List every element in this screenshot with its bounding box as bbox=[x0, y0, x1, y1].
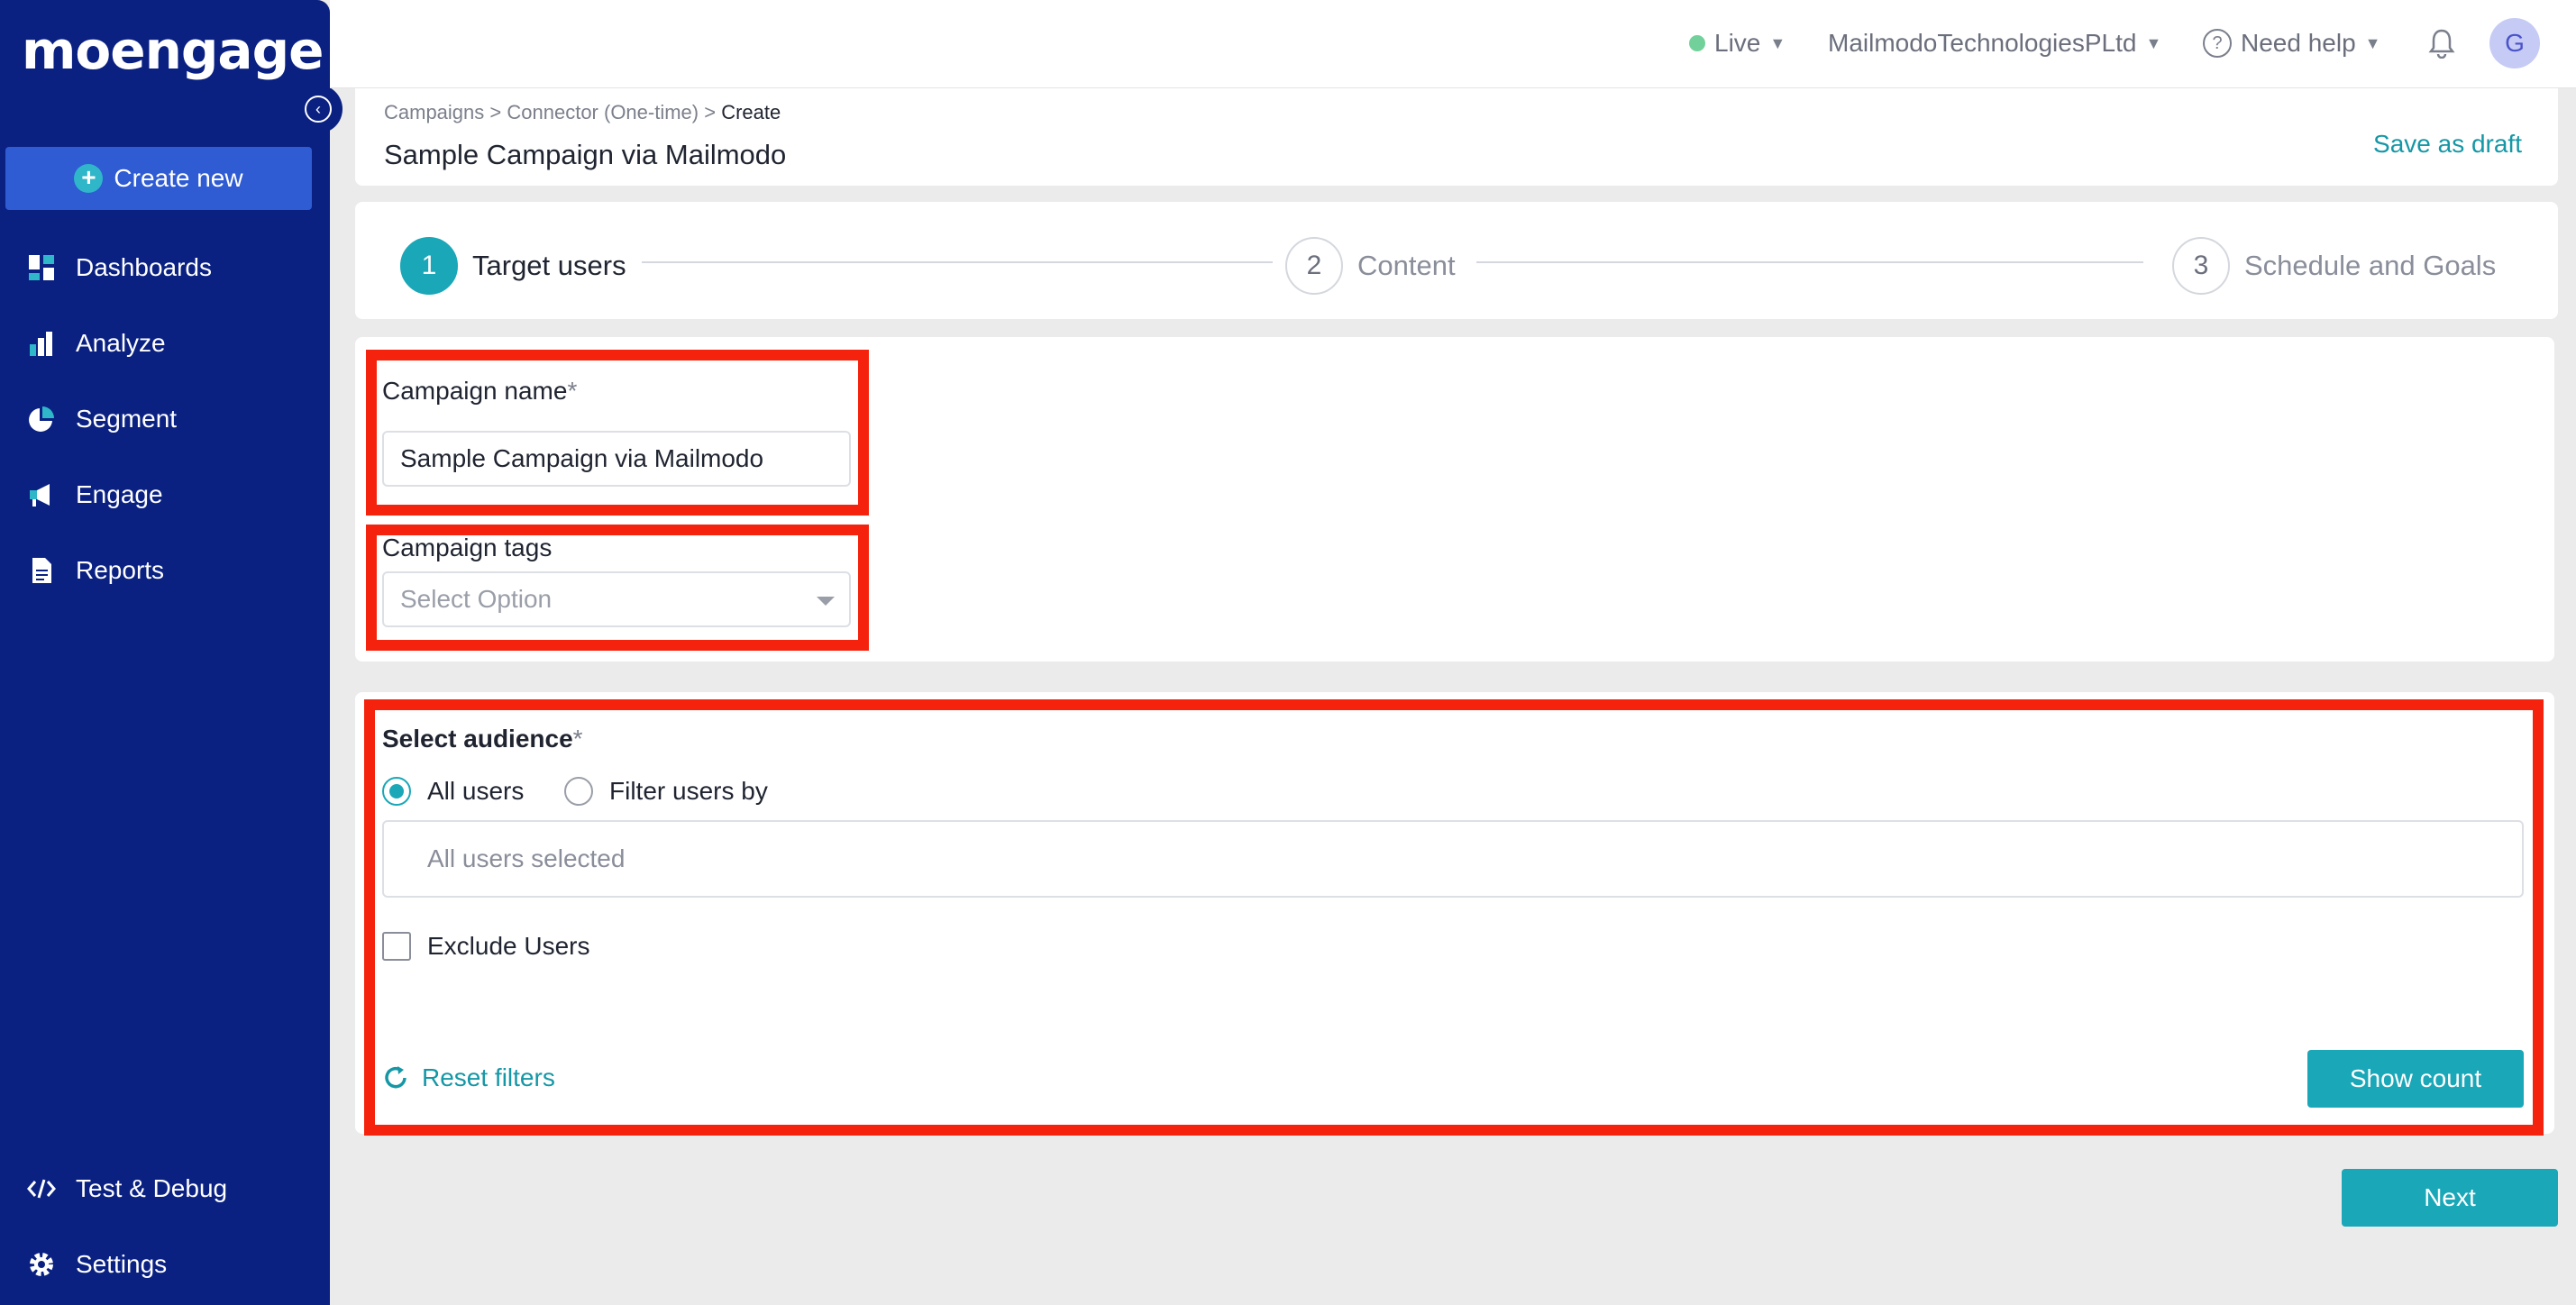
step-number: 3 bbox=[2172, 237, 2230, 295]
radio-label: Filter users by bbox=[609, 777, 768, 805]
campaign-name-input[interactable]: Sample Campaign via Mailmodo bbox=[382, 431, 851, 487]
workspace-label: MailmodoTechnologiesPLtd bbox=[1828, 29, 2137, 57]
exclude-users-checkbox[interactable]: Exclude Users bbox=[382, 932, 590, 961]
collapse-sidebar-button[interactable]: ‹ bbox=[294, 85, 343, 133]
stepper: 1 Target users 2 Content 3 Schedule and … bbox=[355, 202, 2558, 319]
help-label: Need help bbox=[2241, 29, 2356, 57]
sidebar-item-label: Analyze bbox=[76, 329, 166, 357]
workspace-dropdown[interactable]: MailmodoTechnologiesPLtd ▼ bbox=[1828, 25, 2161, 61]
step-label: Target users bbox=[472, 250, 626, 281]
help-dropdown[interactable]: ? Need help ▼ bbox=[2203, 25, 2380, 61]
sidebar-item-label: Segment bbox=[76, 405, 178, 433]
campaign-tags-select[interactable]: Select Option bbox=[382, 571, 851, 627]
create-new-label: Create new bbox=[114, 164, 243, 192]
sidebar-item-reports[interactable]: Reports bbox=[27, 548, 164, 593]
sidebar-item-analyze[interactable]: Analyze bbox=[27, 321, 166, 366]
bar-chart-icon bbox=[27, 329, 56, 358]
sidebar-item-engage[interactable]: Engage bbox=[27, 472, 163, 517]
refresh-icon bbox=[385, 1066, 406, 1089]
radio-button[interactable] bbox=[382, 777, 411, 806]
sidebar-item-label: Test & Debug bbox=[76, 1174, 228, 1202]
environment-dropdown[interactable]: Live ▼ bbox=[1689, 25, 1786, 61]
live-status-dot bbox=[1689, 35, 1705, 51]
sidebar-item-label: Settings bbox=[76, 1250, 168, 1278]
campaign-tags-label: Campaign tags bbox=[382, 534, 553, 561]
chevron-down-icon: ▼ bbox=[2364, 33, 2381, 52]
notifications-button[interactable] bbox=[2428, 25, 2455, 61]
document-icon bbox=[27, 556, 56, 585]
campaign-name-label: Campaign name* bbox=[382, 377, 578, 405]
breadcrumb-create: Create bbox=[721, 101, 781, 123]
page-title: Sample Campaign via Mailmodo bbox=[384, 139, 787, 170]
radio-filter-users[interactable]: Filter users by bbox=[564, 777, 768, 806]
step-label: Content bbox=[1357, 250, 1456, 281]
save-as-draft-button[interactable]: Save as draft bbox=[2373, 130, 2522, 159]
breadcrumb: Campaigns > Connector (One-time) > Creat… bbox=[384, 101, 781, 123]
sidebar-item-segment[interactable]: Segment bbox=[27, 397, 177, 442]
sidebar-item-settings[interactable]: Settings bbox=[27, 1242, 167, 1287]
checkbox[interactable] bbox=[382, 932, 411, 961]
exclude-users-label: Exclude Users bbox=[427, 932, 590, 960]
breadcrumb-campaigns[interactable]: Campaigns bbox=[384, 101, 484, 123]
sidebar-item-dashboards[interactable]: Dashboards bbox=[27, 245, 212, 290]
next-button[interactable]: Next bbox=[2342, 1169, 2558, 1227]
step-connector bbox=[642, 261, 1273, 263]
chevron-down-icon: ▼ bbox=[2145, 33, 2162, 52]
caret-down-icon bbox=[817, 597, 835, 606]
radio-all-users[interactable]: All users bbox=[382, 777, 524, 806]
reset-filters-button[interactable]: Reset filters bbox=[382, 1063, 555, 1092]
campaign-tags-placeholder: Select Option bbox=[400, 585, 553, 613]
radio-button[interactable] bbox=[564, 777, 593, 806]
environment-label: Live bbox=[1714, 29, 1761, 57]
page-header: Campaigns > Connector (One-time) > Creat… bbox=[355, 88, 2558, 186]
step-schedule-goals[interactable]: 3 Schedule and Goals bbox=[2172, 237, 2496, 295]
pie-chart-icon bbox=[27, 405, 56, 433]
chevron-left-icon: ‹ bbox=[305, 96, 332, 123]
audience-summary-box: All users selected bbox=[382, 820, 2524, 898]
select-audience-label: Select audience* bbox=[382, 725, 583, 753]
megaphone-icon bbox=[27, 480, 56, 509]
step-connector bbox=[1476, 261, 2143, 263]
step-label: Schedule and Goals bbox=[2244, 250, 2497, 281]
help-icon: ? bbox=[2203, 29, 2232, 58]
step-number: 2 bbox=[1285, 237, 1343, 295]
sidebar-item-label: Dashboards bbox=[76, 253, 212, 281]
avatar[interactable]: G bbox=[2489, 18, 2540, 68]
radio-label: All users bbox=[427, 777, 525, 805]
create-new-button[interactable]: + Create new bbox=[5, 147, 312, 210]
step-target-users[interactable]: 1 Target users bbox=[400, 237, 626, 295]
sidebar-item-test-debug[interactable]: Test & Debug bbox=[27, 1166, 227, 1211]
gear-icon bbox=[27, 1250, 56, 1279]
sidebar-item-label: Engage bbox=[76, 480, 163, 508]
breadcrumb-connector[interactable]: Connector (One-time) bbox=[507, 101, 699, 123]
code-icon bbox=[27, 1174, 56, 1203]
step-number: 1 bbox=[400, 237, 458, 295]
bell-icon bbox=[2428, 29, 2455, 59]
sidebar-item-label: Reports bbox=[76, 556, 165, 584]
highlight-box-audience bbox=[364, 699, 2544, 1136]
chevron-down-icon: ▼ bbox=[1769, 33, 1786, 52]
plus-icon: + bbox=[74, 164, 104, 193]
moengage-logo[interactable]: moengage bbox=[22, 20, 324, 81]
step-content[interactable]: 2 Content bbox=[1285, 237, 1456, 295]
dashboard-icon bbox=[27, 253, 56, 282]
reset-filters-label: Reset filters bbox=[422, 1063, 555, 1091]
show-count-button[interactable]: Show count bbox=[2307, 1050, 2524, 1108]
sidebar: moengage ‹ + Create new Dashboards Analy… bbox=[0, 0, 343, 1305]
